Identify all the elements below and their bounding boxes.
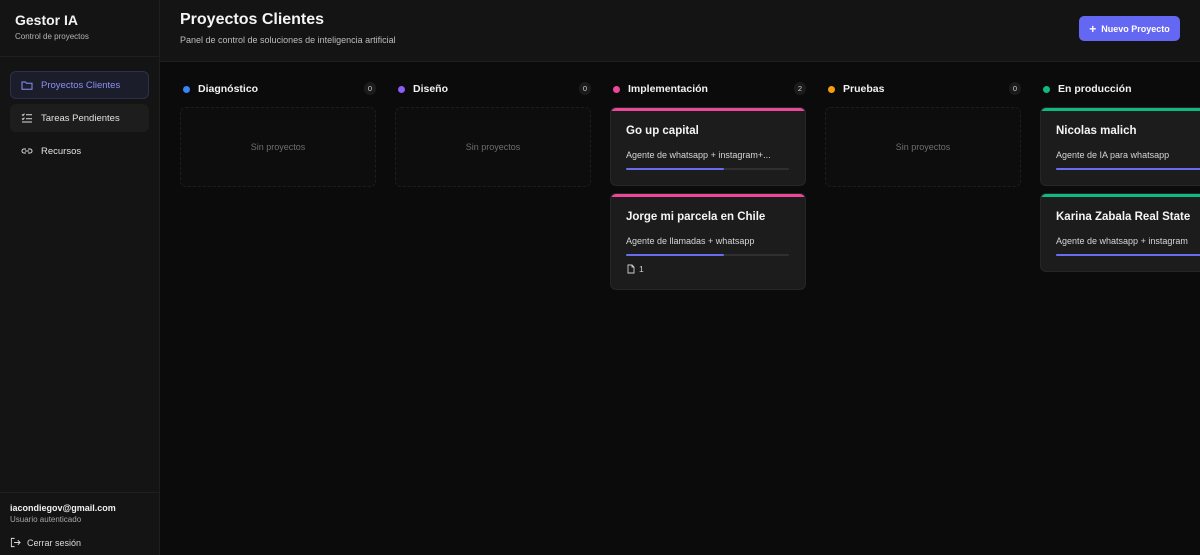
link-icon — [21, 145, 33, 157]
progress-fill — [1056, 168, 1200, 170]
sidebar-item-label: Proyectos Clientes — [41, 79, 121, 91]
sidebar-item-tareas-pendientes[interactable]: Tareas Pendientes — [10, 104, 149, 132]
progress-fill — [626, 254, 724, 256]
card-title: Go up capital — [626, 125, 699, 137]
attachments-count: 1 — [626, 264, 644, 274]
card-title: Nicolas malich — [1056, 125, 1137, 137]
status-dot-icon — [398, 85, 405, 93]
column-header: En producción — [1040, 81, 1200, 97]
column-header: Implementación 2 — [610, 81, 806, 97]
progress-bar — [626, 254, 789, 256]
status-dot-icon — [1043, 85, 1050, 93]
project-card[interactable]: Jorge mi parcela en Chile Agente de llam… — [610, 193, 806, 290]
brand-title: Gestor IA — [15, 12, 79, 28]
sidebar-item-label: Recursos — [41, 145, 82, 157]
progress-bar — [1056, 168, 1200, 170]
new-project-button[interactable]: + Nuevo Proyecto — [1079, 16, 1180, 41]
card-title: Jorge mi parcela en Chile — [626, 211, 766, 223]
empty-column-placeholder: Sin proyectos — [180, 107, 376, 187]
logout-button[interactable]: Cerrar sesión — [10, 537, 150, 548]
column-title: Diseño — [413, 83, 449, 95]
status-dot-icon — [183, 85, 190, 93]
column-title: Implementación — [628, 83, 708, 95]
column-header: Diagnóstico 0 — [180, 81, 376, 97]
card-status-bar — [611, 108, 805, 111]
brand: Gestor IA Control de proyectos — [0, 0, 159, 57]
project-card[interactable]: Go up capital Agente de whatsapp + insta… — [610, 107, 806, 186]
column-count-badge: 0 — [578, 82, 591, 95]
logout-icon — [10, 537, 21, 548]
sidebar-footer: iacondiegov@gmail.com Usuario autenticad… — [0, 492, 160, 555]
list-checks-icon — [21, 112, 33, 124]
sidebar-nav: Proyectos Clientes Tareas Pendientes Rec… — [0, 57, 159, 165]
card-description: Agente de whatsapp + instagram+... — [626, 150, 771, 160]
card-status-bar — [1041, 194, 1200, 197]
column-title: Diagnóstico — [198, 83, 259, 95]
file-icon — [627, 264, 635, 274]
card-description: Agente de IA para whatsapp — [1056, 150, 1170, 160]
column-count-badge: 0 — [363, 82, 376, 95]
project-card[interactable]: Nicolas malich Agente de IA para whatsap… — [1040, 107, 1200, 186]
logout-label: Cerrar sesión — [27, 537, 82, 548]
status-dot-icon — [613, 85, 620, 93]
project-card[interactable]: Karina Zabala Real State Agente de whats… — [1040, 193, 1200, 272]
kanban-board: Diagnóstico 0 Sin proyectos Diseño 0 Sin… — [160, 62, 1200, 555]
card-description: Agente de whatsapp + instagram — [1056, 236, 1188, 246]
attachments-count-value: 1 — [639, 264, 644, 274]
column-count-badge: 0 — [1008, 82, 1021, 95]
column-title: Pruebas — [843, 83, 885, 95]
page-subtitle: Panel de control de soluciones de inteli… — [180, 35, 396, 45]
user-status: Usuario autenticado — [10, 515, 82, 524]
sidebar-item-proyectos-clientes[interactable]: Proyectos Clientes — [10, 71, 149, 99]
user-email: iacondiegov@gmail.com — [10, 503, 116, 513]
column-header: Diseño 0 — [395, 81, 591, 97]
page-header: Proyectos Clientes Panel de control de s… — [160, 0, 1200, 62]
sidebar: Gestor IA Control de proyectos Proyectos… — [0, 0, 160, 555]
column-title: En producción — [1058, 83, 1132, 95]
card-title: Karina Zabala Real State — [1056, 211, 1191, 223]
folder-icon — [21, 79, 33, 91]
sidebar-item-label: Tareas Pendientes — [41, 112, 120, 124]
column-header: Pruebas 0 — [825, 81, 1021, 97]
page-title: Proyectos Clientes — [180, 11, 325, 28]
column-count-badge: 2 — [793, 82, 806, 95]
progress-fill — [1056, 254, 1200, 256]
empty-column-placeholder: Sin proyectos — [825, 107, 1021, 187]
card-status-bar — [1041, 108, 1200, 111]
empty-column-placeholder: Sin proyectos — [395, 107, 591, 187]
progress-fill — [626, 168, 724, 170]
sidebar-item-recursos[interactable]: Recursos — [10, 137, 149, 165]
progress-bar — [626, 168, 789, 170]
plus-icon: + — [1089, 21, 1097, 36]
card-status-bar — [611, 194, 805, 197]
card-description: Agente de llamadas + whatsapp — [626, 236, 755, 246]
brand-subtitle: Control de proyectos — [15, 32, 89, 41]
new-project-label: Nuevo Proyecto — [1101, 23, 1170, 34]
status-dot-icon — [828, 85, 835, 93]
progress-bar — [1056, 254, 1200, 256]
